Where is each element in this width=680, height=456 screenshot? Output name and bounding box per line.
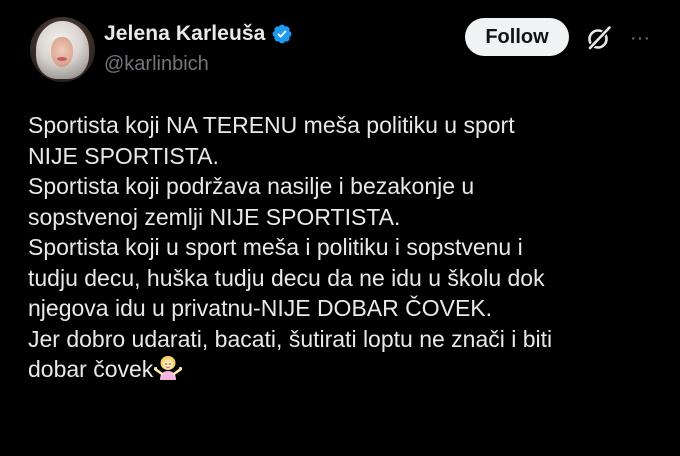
tweet-line: Sportista koji NA TERENU meša politiku u… xyxy=(28,112,515,138)
tweet-line-text: dobar čovek xyxy=(28,356,154,382)
more-icon[interactable]: ··· xyxy=(626,26,654,50)
tweet-line: Sportista koji podržava nasilje i bezako… xyxy=(28,173,475,199)
tweet-text: Sportista koji NA TERENU meša politiku u… xyxy=(28,110,668,385)
shrugging-woman-emoji-icon xyxy=(154,356,183,380)
follow-button[interactable]: Follow xyxy=(465,18,569,56)
grok-icon[interactable] xyxy=(584,23,614,53)
author-handle[interactable]: @karlinbich xyxy=(104,53,209,76)
tweet-header: Jelena Karleuša @karlinbich Follow ··· xyxy=(0,0,680,100)
avatar-lips xyxy=(57,57,67,61)
avatar[interactable] xyxy=(30,17,95,82)
avatar-face xyxy=(51,37,73,67)
tweet-line: njegova idu u privatnu-NIJE DOBAR ČOVEK. xyxy=(28,295,493,321)
author-display-name[interactable]: Jelena Karleuša xyxy=(104,22,265,46)
verified-badge-icon xyxy=(273,24,292,44)
tweet-line: Jer dobro udarati, bacati, šutirati lopt… xyxy=(28,325,553,352)
tweet-last-line: dobar čovek xyxy=(28,354,668,385)
tweet-line: sopstvenoj zemlji NIJE SPORTISTA. xyxy=(28,203,401,230)
tweet-line: NIJE SPORTISTA. xyxy=(28,142,219,169)
tweet-line: tudju decu, huška tudju decu da ne idu u… xyxy=(28,264,545,291)
author-name-row[interactable]: Jelena Karleuša xyxy=(104,21,293,47)
tweet-line: Sportista koji u sport meša i politiku i… xyxy=(28,234,523,260)
